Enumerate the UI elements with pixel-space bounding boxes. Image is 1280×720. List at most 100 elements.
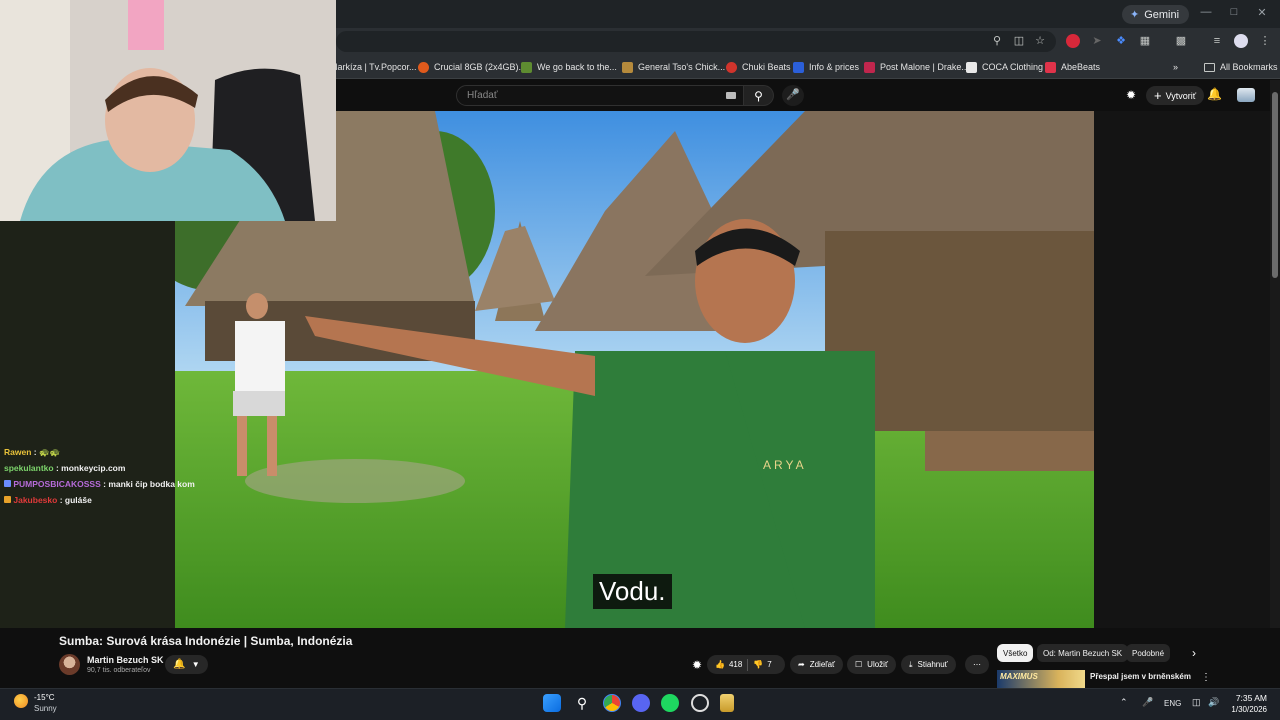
- reading-list-icon[interactable]: ≡: [1210, 34, 1224, 48]
- chips-next-icon[interactable]: ›: [1192, 646, 1196, 660]
- gemini-label: Gemini: [1144, 8, 1180, 21]
- bookmark-item[interactable]: General Tso's Chick...: [622, 59, 725, 75]
- clock-time[interactable]: 7:35 AM: [1227, 693, 1267, 703]
- network-icon[interactable]: ◫: [1192, 697, 1201, 708]
- notifications-bell-icon[interactable]: 🔔: [1207, 87, 1222, 103]
- bookmark-favicon: [966, 61, 977, 73]
- dislike-button[interactable]: 👎 7: [753, 660, 771, 669]
- extension-dim-icon[interactable]: ➤: [1090, 34, 1104, 48]
- weather-temperature[interactable]: -15°C: [34, 693, 55, 702]
- clock-date[interactable]: 1/30/2026: [1222, 705, 1267, 714]
- weather-condition[interactable]: Sunny: [34, 704, 57, 713]
- chat-badge-icon: [4, 496, 11, 503]
- tab-search-icon[interactable]: ▩: [1174, 34, 1188, 48]
- bookmark-item[interactable]: Post Malone | Drake...: [864, 59, 969, 75]
- extensions-puzzle-icon[interactable]: ▦: [1138, 34, 1152, 48]
- weather-sun-icon[interactable]: [14, 694, 28, 708]
- video-subtitle: Vodu.: [593, 574, 672, 609]
- bookmark-favicon: [622, 61, 633, 73]
- chevron-down-icon: ▼: [191, 660, 200, 669]
- bookmark-item[interactable]: COCA Clothing: [966, 59, 1043, 75]
- obs-app-icon[interactable]: [691, 694, 709, 712]
- chat-message: PUMPOSBICAKOSSS : manki čip bodka kom: [4, 479, 195, 489]
- like-button[interactable]: 👍 418: [715, 660, 742, 669]
- subscriber-count: 90,7 tis. odberateľov: [87, 667, 151, 674]
- bookmark-item[interactable]: Chuki Beats: [726, 59, 791, 75]
- gemini-sparkle-icon: ✦: [1130, 9, 1140, 21]
- bookmark-star-icon[interactable]: ☆: [1033, 34, 1047, 48]
- recommendation-title[interactable]: Přespal jsem v brněnském: [1090, 672, 1191, 681]
- player-side-area: [1094, 111, 1270, 628]
- bookmark-favicon: [726, 61, 737, 73]
- close-button[interactable]: ✕: [1252, 6, 1272, 22]
- chat-badge-icon: [4, 480, 11, 487]
- browser-menu-icon[interactable]: ⋮: [1258, 34, 1272, 48]
- channel-avatar[interactable]: [59, 654, 80, 675]
- chrome-app-icon[interactable]: [603, 694, 621, 712]
- chip-related[interactable]: Podobné: [1126, 644, 1171, 662]
- thumbs-down-icon: 👎: [753, 660, 764, 669]
- download-icon: ⤓: [909, 659, 913, 669]
- gemini-button[interactable]: ✦ Gemini: [1122, 5, 1190, 24]
- bookmark-item[interactable]: AbeBeats: [1045, 59, 1100, 75]
- subscribed-bell-button[interactable]: 🔔 ▼: [165, 655, 208, 674]
- streamer-webcam: [0, 0, 336, 221]
- tray-chevron-up-icon[interactable]: ⌃: [1120, 697, 1128, 708]
- bookmark-item[interactable]: We go back to the...: [521, 59, 617, 75]
- install-app-icon[interactable]: ◫: [1012, 34, 1026, 48]
- discord-app-icon[interactable]: [632, 694, 650, 712]
- bookmark-item[interactable]: Markíza | Tv.Popcor...: [330, 59, 417, 75]
- profile-avatar[interactable]: [1234, 34, 1248, 48]
- save-icon: ☐: [855, 660, 863, 669]
- voice-search-button[interactable]: 🎤: [782, 85, 804, 106]
- microphone-icon: 🎤: [786, 89, 800, 101]
- all-bookmarks-button[interactable]: All Bookmarks: [1204, 59, 1278, 75]
- extension-opera-icon[interactable]: [1066, 34, 1080, 48]
- share-button[interactable]: ➦ Zdieľať: [790, 655, 844, 674]
- bookmark-favicon: [793, 61, 804, 73]
- search-input[interactable]: Hľadať: [456, 85, 744, 106]
- minimize-button[interactable]: —: [1196, 6, 1216, 22]
- more-actions-button[interactable]: ⋯: [965, 655, 989, 674]
- thumbs-up-icon: 👍: [715, 660, 725, 669]
- chip-all[interactable]: Všetko: [997, 644, 1034, 662]
- video-title: Sumba: Surová krása Indonézie | Sumba, I…: [59, 634, 353, 648]
- pinned-app-icon[interactable]: [720, 694, 734, 712]
- account-avatar[interactable]: [1237, 88, 1255, 102]
- volume-icon[interactable]: 🔊: [1208, 697, 1219, 708]
- chat-message: spekulantko : monkeycip.com: [4, 463, 126, 473]
- keyboard-icon[interactable]: [726, 92, 736, 99]
- bookmark-favicon: [864, 61, 875, 73]
- start-windows-icon[interactable]: [543, 694, 561, 712]
- recommendation-menu-icon[interactable]: ⋮: [1201, 672, 1211, 683]
- microphone-tray-icon[interactable]: 🎤: [1142, 697, 1153, 708]
- bookmark-favicon: [1045, 61, 1056, 73]
- sparkle-icon[interactable]: ✹: [1126, 88, 1140, 102]
- zoom-icon[interactable]: ⚲: [990, 34, 1004, 48]
- chip-from-channel[interactable]: Od: Martin Bezuch SK: [1037, 644, 1129, 662]
- recommendation-thumbnail-text: MAXIMUS: [1000, 672, 1038, 681]
- download-button[interactable]: ⤓ Stiahnuť: [901, 655, 956, 674]
- maximize-button[interactable]: □: [1224, 6, 1244, 22]
- search-button[interactable]: ⚲: [744, 85, 774, 106]
- sparkle-ask-icon[interactable]: ✹: [692, 658, 702, 672]
- create-button[interactable]: + Vytvoriť: [1146, 86, 1205, 105]
- taskbar-search-icon[interactable]: ⚲: [573, 694, 591, 712]
- svg-text:ARYA: ARYA: [763, 458, 807, 472]
- language-indicator[interactable]: ENG: [1164, 699, 1181, 708]
- chat-message: Rawen : 🐢🐢: [4, 447, 61, 457]
- channel-name[interactable]: Martin Bezuch SK: [87, 655, 164, 665]
- save-button[interactable]: ☐ Uložiť: [847, 655, 896, 674]
- more-bookmarks-button[interactable]: »: [1173, 59, 1178, 75]
- address-bar[interactable]: [336, 31, 1056, 52]
- divider: [747, 658, 749, 671]
- webcam-frame: [0, 0, 336, 221]
- scrollbar-thumb[interactable]: [1272, 92, 1278, 278]
- like-dislike-group: 👍 418 👎 7: [707, 655, 785, 674]
- chat-message: Jakubesko : guláše: [4, 495, 92, 505]
- spotify-app-icon[interactable]: [661, 694, 679, 712]
- bookmark-item[interactable]: Info & prices: [793, 59, 859, 75]
- folder-icon: [1204, 62, 1215, 72]
- extension-blue-icon[interactable]: ❖: [1114, 34, 1128, 48]
- bookmark-item[interactable]: Crucial 8GB (2x4GB)...: [418, 59, 526, 75]
